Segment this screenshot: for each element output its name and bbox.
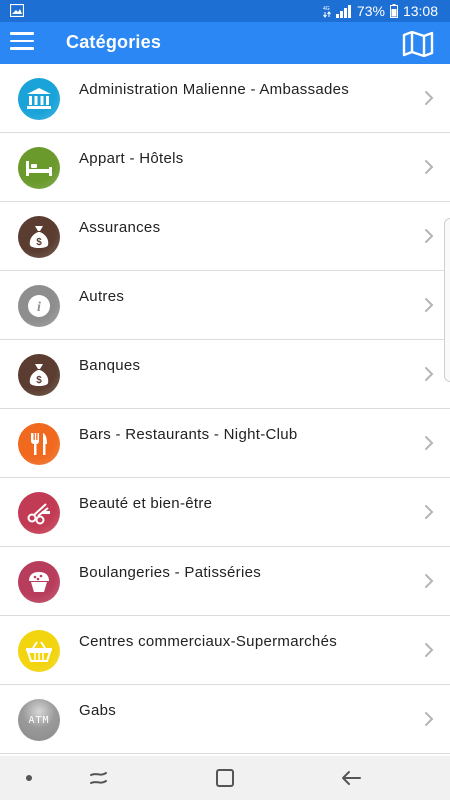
list-item[interactable]: Appart - Hôtels bbox=[0, 133, 450, 202]
svg-text:$: $ bbox=[36, 237, 42, 248]
list-item-label: Banques bbox=[79, 357, 141, 374]
chevron-right-icon bbox=[425, 367, 434, 381]
map-icon[interactable] bbox=[402, 31, 434, 57]
battery-percent: 73% bbox=[356, 3, 385, 19]
chevron-right-icon bbox=[425, 229, 434, 243]
back-icon[interactable] bbox=[340, 768, 362, 788]
clock: 13:08 bbox=[402, 3, 438, 19]
dot-icon[interactable] bbox=[26, 775, 32, 781]
chevron-right-icon bbox=[425, 712, 434, 726]
svg-text:4G: 4G bbox=[323, 6, 330, 12]
list-item-label: Boulangeries - Patisséries bbox=[79, 564, 262, 581]
money-bag-icon: $ bbox=[18, 354, 60, 396]
chevron-right-icon bbox=[425, 298, 434, 312]
list-item-label: Centres commerciaux-Supermarchés bbox=[79, 633, 338, 650]
list-item-label: Appart - Hôtels bbox=[79, 150, 184, 167]
home-icon[interactable] bbox=[216, 769, 234, 787]
list-item-label: Administration Malienne - Ambassades bbox=[79, 81, 350, 98]
nav-bar bbox=[0, 756, 450, 800]
recents-icon[interactable] bbox=[88, 768, 110, 788]
list-item-label: Assurances bbox=[79, 219, 161, 236]
bed-icon bbox=[18, 147, 60, 189]
list-item[interactable]: Bars - Restaurants - Night-Club bbox=[0, 409, 450, 478]
list-item[interactable]: $ Assurances bbox=[0, 202, 450, 271]
chevron-right-icon bbox=[425, 643, 434, 657]
image-icon bbox=[10, 4, 24, 17]
basket-icon bbox=[18, 630, 60, 672]
list-item[interactable]: Beauté et bien-être bbox=[0, 478, 450, 547]
money-bag-icon: $ bbox=[18, 216, 60, 258]
bank-icon bbox=[18, 78, 60, 120]
list-item[interactable]: Administration Malienne - Ambassades bbox=[0, 64, 450, 133]
list-item[interactable]: $ Banques bbox=[0, 340, 450, 409]
data-icon: 4G bbox=[323, 6, 331, 18]
scissors-comb-icon bbox=[18, 492, 60, 534]
svg-text:i: i bbox=[37, 300, 41, 315]
status-bar: 4G 73% 13:08 bbox=[0, 0, 450, 22]
svg-text:$: $ bbox=[36, 375, 42, 386]
chevron-right-icon bbox=[425, 160, 434, 174]
chevron-right-icon bbox=[425, 91, 434, 105]
list-item-label: Autres bbox=[79, 288, 125, 305]
battery-icon bbox=[389, 4, 398, 18]
scroll-handle[interactable] bbox=[444, 218, 450, 382]
list-item[interactable]: i Autres bbox=[0, 271, 450, 340]
chevron-right-icon bbox=[425, 505, 434, 519]
category-list: Administration Malienne - Ambassades Appa… bbox=[0, 64, 450, 756]
list-item[interactable]: Boulangeries - Patisséries bbox=[0, 547, 450, 616]
chevron-right-icon bbox=[425, 436, 434, 450]
fork-knife-icon bbox=[18, 423, 60, 465]
cupcake-icon bbox=[18, 561, 60, 603]
atm-icon: ATM bbox=[18, 699, 60, 741]
hamburger-icon[interactable] bbox=[10, 32, 34, 54]
signal-icon bbox=[335, 5, 351, 18]
app-bar: Catégories bbox=[0, 22, 450, 64]
chevron-right-icon bbox=[425, 574, 434, 588]
list-item[interactable]: ATM Gabs bbox=[0, 685, 450, 754]
list-item-label: Bars - Restaurants - Night-Club bbox=[79, 426, 298, 443]
status-right: 4G 73% 13:08 bbox=[323, 3, 438, 19]
info-icon: i bbox=[18, 285, 60, 327]
list-item-label: Gabs bbox=[79, 702, 117, 719]
atm-icon-label: ATM bbox=[28, 714, 50, 726]
list-item[interactable]: Centres commerciaux-Supermarchés bbox=[0, 616, 450, 685]
page-title: Catégories bbox=[66, 32, 162, 52]
list-item-label: Beauté et bien-être bbox=[79, 495, 213, 512]
